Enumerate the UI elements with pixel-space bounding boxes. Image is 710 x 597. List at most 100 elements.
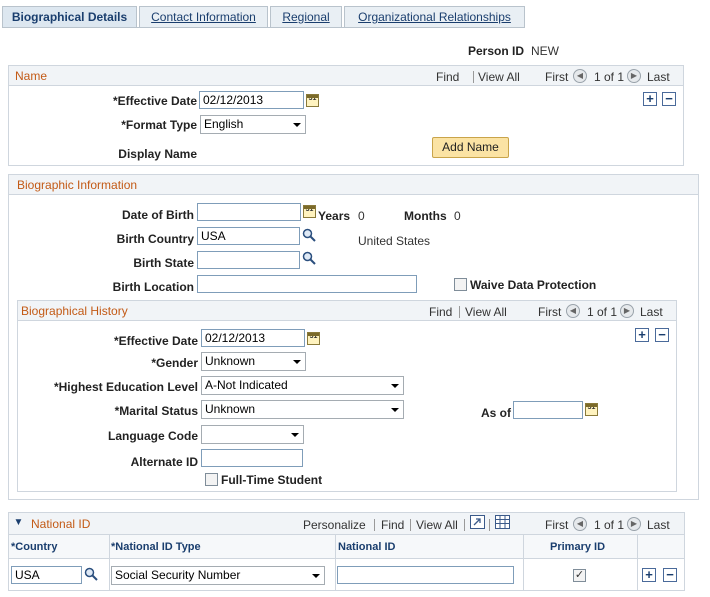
country-input[interactable]: USA — [11, 566, 82, 584]
gender-select[interactable]: Unknown — [201, 352, 306, 371]
name-find-link[interactable]: Find — [436, 70, 459, 84]
add-row-button[interactable]: + — [643, 92, 657, 106]
language-code-label: Language Code — [107, 429, 198, 443]
grid-divider — [637, 535, 638, 591]
previous-icon[interactable]: ◀ — [573, 517, 587, 531]
alternate-id-input[interactable] — [201, 449, 303, 467]
column-header-national-id-type[interactable]: *National ID Type — [111, 541, 201, 553]
column-header-national-id[interactable]: National ID — [338, 541, 395, 553]
full-time-student-checkbox[interactable] — [205, 473, 218, 486]
calendar-icon[interactable]: 31 — [585, 403, 598, 416]
previous-icon[interactable]: ◀ — [566, 304, 580, 318]
delete-row-button[interactable]: − — [662, 92, 676, 106]
national-id-view-all-link[interactable]: View All — [416, 518, 458, 532]
tab-biographical-details[interactable]: Biographical Details — [2, 6, 137, 28]
history-find-link[interactable]: Find — [429, 305, 452, 319]
birth-state-input[interactable] — [197, 251, 300, 269]
display-name-label: Display Name — [118, 147, 197, 161]
waive-data-protection-label: Waive Data Protection — [470, 278, 597, 292]
next-icon[interactable]: ▶ — [627, 69, 641, 83]
name-first-label: First — [545, 70, 569, 84]
calendar-icon[interactable]: 31 — [306, 94, 319, 107]
chevron-down-icon — [291, 433, 299, 437]
previous-icon[interactable]: ◀ — [573, 69, 587, 83]
separator — [374, 519, 375, 531]
chevron-down-icon — [312, 574, 320, 578]
next-icon[interactable]: ▶ — [620, 304, 634, 318]
history-range: 1 of 1 — [587, 305, 618, 319]
search-icon[interactable] — [302, 251, 316, 265]
grid-divider — [523, 535, 524, 591]
national-id-type-select[interactable]: Social Security Number — [111, 566, 325, 585]
add-row-button[interactable]: + — [642, 568, 656, 582]
primary-id-checkbox[interactable]: ✓ — [573, 569, 586, 582]
chevron-down-icon — [293, 360, 301, 364]
national-id-input[interactable] — [337, 566, 514, 584]
gender-value: Unknown — [205, 354, 256, 368]
years-label: Years — [318, 209, 351, 223]
biographical-history-header: Biographical History Find View All First… — [18, 301, 676, 321]
history-effective-date-input[interactable]: 02/12/2013 — [201, 329, 305, 347]
format-type-select[interactable]: English — [200, 115, 306, 134]
tab-regional[interactable]: Regional — [270, 6, 342, 28]
birth-location-label: Birth Location — [112, 280, 194, 294]
dob-input[interactable] — [197, 203, 301, 221]
waive-data-protection-checkbox[interactable] — [454, 278, 467, 291]
grid-divider — [335, 535, 336, 591]
biographic-section-header: Biographic Information — [9, 175, 698, 195]
marital-status-label: *Marital Status — [114, 404, 198, 418]
national-id-first-label: First — [545, 518, 569, 532]
separator — [489, 519, 490, 531]
delete-row-button[interactable]: − — [663, 568, 677, 582]
as-of-label: As of — [481, 406, 511, 420]
tab-underline — [2, 27, 525, 28]
years-value: 0 — [358, 209, 365, 223]
birth-location-input[interactable] — [197, 275, 417, 293]
education-label: *Highest Education Level — [53, 380, 198, 394]
chevron-down-icon — [293, 123, 301, 127]
dob-label: Date of Birth — [122, 208, 194, 222]
delete-row-button[interactable]: − — [655, 328, 669, 342]
separator — [459, 306, 460, 318]
tab-contact-information[interactable]: Contact Information — [139, 6, 268, 28]
months-value: 0 — [454, 209, 461, 223]
birth-country-label: Birth Country — [116, 232, 194, 246]
name-section-title: Name — [15, 69, 48, 83]
biographical-history-title: Biographical History — [21, 304, 128, 318]
person-id-value: NEW — [531, 44, 559, 58]
zoom-grid-icon[interactable] — [470, 515, 485, 529]
as-of-input[interactable] — [513, 401, 583, 419]
column-header-country[interactable]: *Country — [11, 541, 57, 553]
add-row-button[interactable]: + — [635, 328, 649, 342]
search-icon[interactable] — [302, 228, 316, 242]
separator — [410, 519, 411, 531]
search-icon[interactable] — [84, 567, 98, 581]
next-icon[interactable]: ▶ — [627, 517, 641, 531]
national-id-find-link[interactable]: Find — [381, 518, 404, 532]
marital-status-select[interactable]: Unknown — [201, 400, 404, 419]
national-id-range: 1 of 1 — [594, 518, 625, 532]
download-spreadsheet-icon[interactable] — [495, 515, 510, 529]
name-range: 1 of 1 — [594, 70, 625, 84]
format-type-label: *Format Type — [121, 118, 197, 132]
tab-organizational-relationships[interactable]: Organizational Relationships — [344, 6, 525, 28]
education-select[interactable]: A-Not Indicated — [201, 376, 404, 395]
column-header-primary-id[interactable]: Primary ID — [550, 541, 605, 553]
add-name-button[interactable]: Add Name — [432, 137, 509, 158]
separator — [464, 519, 465, 531]
collapse-icon[interactable]: ▼ — [13, 517, 24, 528]
history-first-label: First — [538, 305, 562, 319]
personalize-link[interactable]: Personalize — [303, 518, 366, 532]
calendar-icon[interactable]: 31 — [303, 205, 316, 218]
calendar-icon[interactable]: 31 — [307, 332, 320, 345]
birth-country-input[interactable]: USA — [197, 227, 300, 245]
chevron-down-icon — [391, 408, 399, 412]
gender-label: *Gender — [151, 356, 198, 370]
effective-date-input[interactable]: 02/12/2013 — [199, 91, 304, 109]
months-label: Months — [404, 209, 447, 223]
language-code-select[interactable] — [201, 425, 304, 444]
name-view-all-link[interactable]: View All — [478, 70, 520, 84]
separator — [473, 71, 474, 83]
history-view-all-link[interactable]: View All — [465, 305, 507, 319]
birth-state-label: Birth State — [133, 256, 194, 270]
